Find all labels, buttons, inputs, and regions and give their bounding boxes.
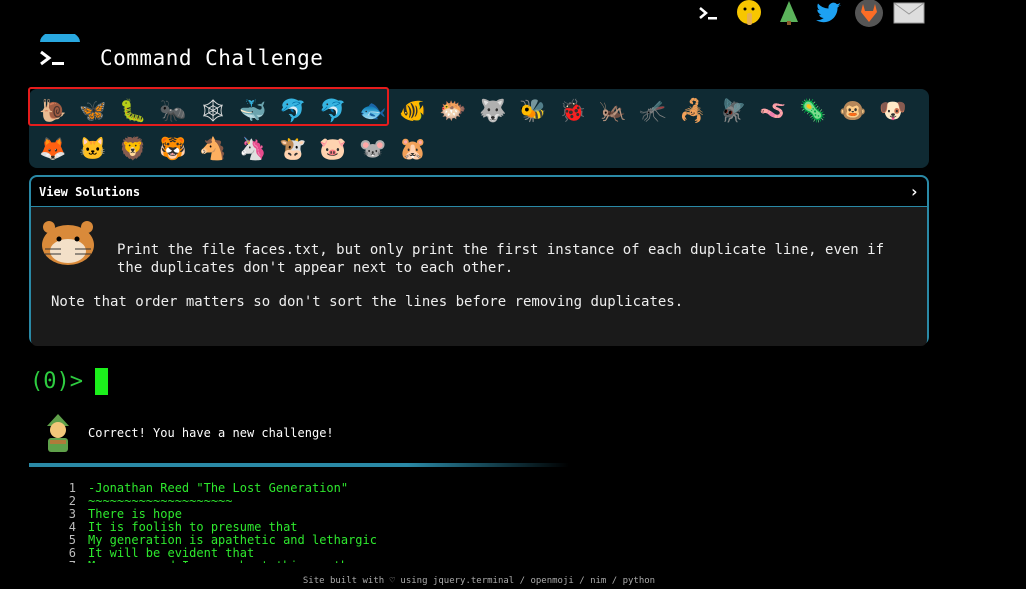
chevron-right-icon: › bbox=[909, 182, 919, 201]
challenge-emoji-button[interactable]: 🪰 bbox=[713, 93, 753, 129]
challenge-emoji-button[interactable]: 🐟 bbox=[353, 93, 393, 129]
hamster-icon bbox=[39, 217, 97, 267]
output-line: 7 My peers and I care about this earth bbox=[60, 560, 377, 564]
challenge-emoji-button[interactable]: 🐌 bbox=[33, 93, 73, 129]
challenge-emoji-button[interactable]: 🐭 bbox=[353, 131, 393, 167]
terminal-icon[interactable] bbox=[692, 0, 726, 26]
challenge-emoji-button[interactable]: 🐴 bbox=[193, 131, 233, 167]
separator bbox=[29, 463, 569, 467]
challenge-note: Note that order matters so don't sort th… bbox=[51, 294, 684, 310]
challenge-emoji-button[interactable]: 🐛 bbox=[113, 93, 153, 129]
challenge-emoji-button[interactable]: 🦟 bbox=[633, 93, 673, 129]
challenge-description: Print the file faces.txt, but only print… bbox=[31, 207, 927, 346]
challenge-emoji-button[interactable]: 🐠 bbox=[393, 93, 433, 129]
challenge-selector-bar: 🐌 🦋 🐛 🐜 🕸 🐳 🐬 🐬 🐟 🐠 🐡 🐺 🐝 🐞 🦗 🦟 🦂 🪰 🪱 🦠 🐵 🐶 🦊 🐱 🦁 🐯 🐴 🦄 🐮 🐷 🐭 🐹 bbox=[29, 89, 929, 168]
terminal-cursor bbox=[94, 368, 108, 395]
footer-credits: Site built with ♡ using jquery.terminal … bbox=[302, 576, 656, 586]
challenge-emoji-button[interactable]: 🐬 bbox=[313, 93, 353, 129]
challenge-text: Print the file faces.txt, but only print… bbox=[117, 242, 885, 276]
gitlab-icon[interactable] bbox=[852, 0, 886, 27]
shushing-face-icon[interactable] bbox=[732, 0, 766, 26]
line-text: My peers and I care about this earth bbox=[88, 560, 348, 564]
challenge-emoji-button[interactable]: 🐹 bbox=[393, 131, 433, 167]
mail-icon[interactable] bbox=[892, 0, 926, 26]
challenge-emoji-button[interactable]: 🐯 bbox=[153, 131, 193, 167]
challenge-emoji-button[interactable]: 🦊 bbox=[33, 131, 73, 167]
challenge-emoji-button[interactable]: 🦂 bbox=[673, 93, 713, 129]
elf-icon bbox=[41, 412, 75, 454]
challenge-emoji-button[interactable]: 🐜 bbox=[153, 93, 193, 129]
challenge-row-2: 🦊 🐱 🦁 🐯 🐴 🦄 🐮 🐷 🐭 🐹 bbox=[33, 131, 433, 167]
challenge-emoji-button[interactable]: 🐵 bbox=[833, 93, 873, 129]
terminal-logo-icon[interactable] bbox=[34, 30, 82, 78]
challenge-emoji-button[interactable]: 🐶 bbox=[873, 93, 913, 129]
challenge-emoji-button[interactable]: 🕸 bbox=[193, 93, 233, 129]
challenge-emoji-button[interactable]: 🦗 bbox=[593, 93, 633, 129]
challenge-emoji-button[interactable]: 🐷 bbox=[313, 131, 353, 167]
challenge-emoji-button[interactable]: 🐝 bbox=[513, 93, 553, 129]
twitter-icon[interactable] bbox=[812, 0, 846, 26]
challenge-emoji-button[interactable]: 🐱 bbox=[73, 131, 113, 167]
challenge-emoji-button[interactable]: 🐡 bbox=[433, 93, 473, 129]
view-solutions-toggle[interactable]: View Solutions › bbox=[31, 177, 927, 207]
view-solutions-label: View Solutions bbox=[39, 184, 141, 199]
challenge-emoji-button[interactable]: 🦄 bbox=[233, 131, 273, 167]
challenge-emoji-button[interactable]: 🐞 bbox=[553, 93, 593, 129]
challenge-emoji-button[interactable]: 🦠 bbox=[793, 93, 833, 129]
challenge-panel: View Solutions › Print the file faces.tx… bbox=[29, 175, 929, 346]
challenge-emoji-button[interactable]: 🦁 bbox=[113, 131, 153, 167]
challenge-emoji-button[interactable]: 🐮 bbox=[273, 131, 313, 167]
challenge-emoji-button[interactable]: 🐺 bbox=[473, 93, 513, 129]
page-title: Command Challenge bbox=[100, 46, 324, 70]
challenge-row-1: 🐌 🦋 🐛 🐜 🕸 🐳 🐬 🐬 🐟 🐠 🐡 🐺 🐝 🐞 🦗 🦟 🦂 🪰 🪱 🦠 🐵 🐶 bbox=[33, 93, 913, 129]
terminal-output: 1 -Jonathan Reed "The Lost Generation" 2 ~~… bbox=[60, 482, 377, 563]
feedback-message: Correct! You have a new challenge! bbox=[88, 426, 334, 440]
challenge-emoji-button[interactable]: 🪱 bbox=[753, 93, 793, 129]
challenge-emoji-button[interactable]: 🐳 bbox=[233, 93, 273, 129]
line-number: 7 bbox=[60, 560, 76, 564]
prompt-label: (0)> bbox=[30, 369, 83, 394]
challenge-emoji-button[interactable]: 🦋 bbox=[73, 93, 113, 129]
terminal-input[interactable]: (0)> bbox=[30, 368, 108, 395]
tree-icon[interactable] bbox=[772, 0, 806, 26]
challenge-emoji-button[interactable]: 🐬 bbox=[273, 93, 313, 129]
top-icon-bar bbox=[692, 0, 926, 27]
